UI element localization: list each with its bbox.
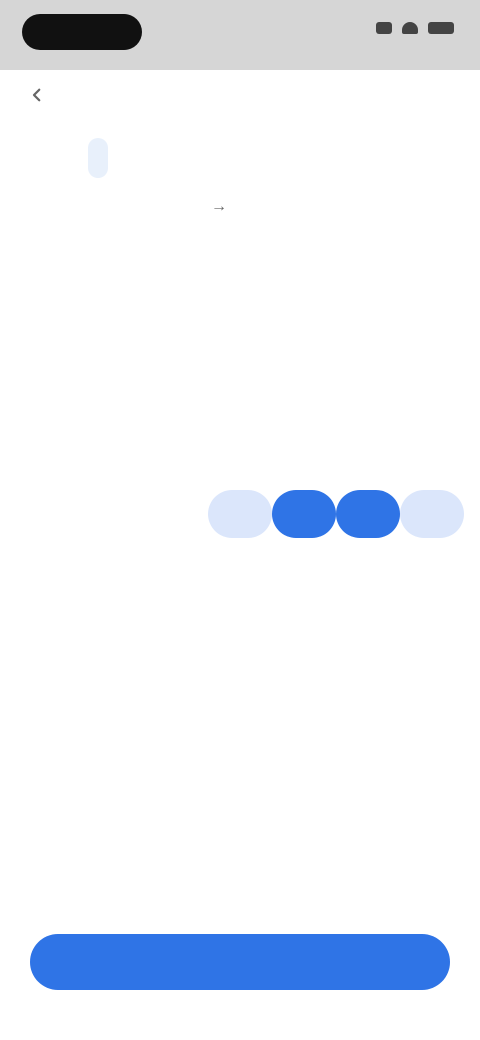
weekday <box>272 310 336 338</box>
day-cell[interactable] <box>16 556 80 604</box>
day-cell[interactable] <box>16 424 80 472</box>
day-cell <box>272 358 336 406</box>
day-cell[interactable] <box>144 490 208 538</box>
weekday <box>16 310 80 338</box>
tab-bar <box>0 138 480 178</box>
day-cell[interactable] <box>336 424 400 472</box>
footer <box>0 870 480 1040</box>
header: → <box>0 120 480 260</box>
end-date[interactable] <box>350 198 370 238</box>
day-cell[interactable] <box>16 490 80 538</box>
day-cell <box>400 358 464 406</box>
confirm-button[interactable] <box>30 934 450 990</box>
day-cell[interactable] <box>272 424 336 472</box>
range-arrow: → <box>211 198 227 215</box>
day-cell[interactable] <box>80 556 144 604</box>
day-cell[interactable] <box>80 622 144 670</box>
weekday <box>16 812 80 840</box>
status-pill <box>22 14 142 50</box>
weekday <box>336 812 400 840</box>
day-cell <box>16 358 80 406</box>
day-cell[interactable] <box>336 490 400 538</box>
day-cell[interactable] <box>80 490 144 538</box>
day-cell[interactable] <box>208 424 272 472</box>
day-cell[interactable] <box>400 556 464 604</box>
weekday <box>80 812 144 840</box>
chevron-left-icon[interactable] <box>28 86 46 104</box>
day-cell[interactable] <box>16 622 80 670</box>
day-cell <box>144 358 208 406</box>
date-range-summary: → <box>0 198 480 238</box>
weekday <box>144 310 208 338</box>
day-cell <box>208 358 272 406</box>
day-cell <box>272 622 336 670</box>
battery-icon <box>428 22 454 34</box>
weekday <box>272 812 336 840</box>
day-cell[interactable] <box>272 556 336 604</box>
weekday <box>80 310 144 338</box>
tab-one[interactable] <box>88 138 108 178</box>
tab-two[interactable] <box>400 138 420 178</box>
day-cell <box>336 358 400 406</box>
weekday <box>208 812 272 840</box>
day-cell <box>80 358 144 406</box>
day-cell[interactable] <box>336 556 400 604</box>
weekday <box>400 812 464 840</box>
day-cell <box>400 622 464 670</box>
day-cell[interactable] <box>208 556 272 604</box>
day-cell[interactable] <box>144 556 208 604</box>
day-cell[interactable] <box>208 490 272 538</box>
day-cell <box>336 622 400 670</box>
weekday <box>208 310 272 338</box>
day-cell[interactable] <box>144 424 208 472</box>
weekday-header-2 <box>16 812 464 840</box>
weekday-header <box>16 310 464 338</box>
start-date[interactable] <box>32 198 52 238</box>
day-cell[interactable] <box>144 622 208 670</box>
month-grid <box>16 358 464 670</box>
day-cell[interactable] <box>400 490 464 538</box>
weekday <box>400 310 464 338</box>
signal-icon <box>376 22 392 34</box>
weekday <box>336 310 400 338</box>
weekday <box>144 812 208 840</box>
status-bar <box>0 0 480 70</box>
wifi-icon <box>402 22 418 34</box>
day-cell[interactable] <box>272 490 336 538</box>
day-cell[interactable] <box>208 622 272 670</box>
day-cell[interactable] <box>80 424 144 472</box>
status-icons <box>376 22 454 34</box>
day-cell[interactable] <box>400 424 464 472</box>
